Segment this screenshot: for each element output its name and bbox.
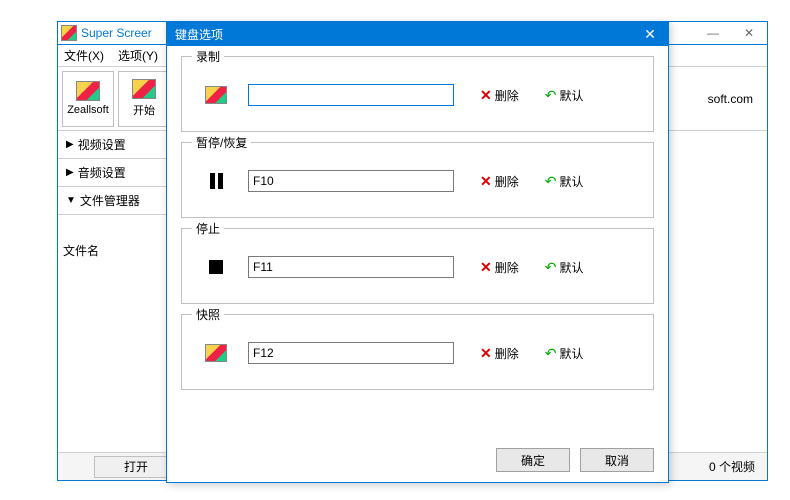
group-stop: 停止 ✕ 删除 ↶ 默认 <box>181 228 654 304</box>
accordion-file-manager[interactable]: ▼ 文件管理器 <box>58 187 167 215</box>
video-count: 0 个视频 <box>709 458 755 475</box>
record-row: ✕ 删除 ↶ 默认 <box>194 71 641 119</box>
pause-default-button[interactable]: ↶ 默认 <box>545 173 584 190</box>
snapshot-icon <box>205 344 227 362</box>
left-panel: ▶ 视频设置 ▶ 音频设置 ▼ 文件管理器 <box>58 131 168 215</box>
x-icon: ✕ <box>480 87 492 104</box>
accordion-video-settings[interactable]: ▶ 视频设置 <box>58 131 167 159</box>
dialog-title: 键盘选项 <box>175 26 223 43</box>
dialog-body: 录制 ✕ 删除 ↶ 默认 暂停/恢复 ✕ <box>167 46 668 390</box>
close-button-main[interactable]: ✕ <box>731 22 767 44</box>
pause-row: ✕ 删除 ↶ 默认 <box>194 157 641 205</box>
record-delete-button[interactable]: ✕ 删除 <box>480 87 519 104</box>
snapshot-default-button[interactable]: ↶ 默认 <box>545 345 584 362</box>
toolbar-start-button[interactable]: 开始 <box>118 71 170 127</box>
triangle-right-icon: ▶ <box>66 139 74 150</box>
group-record: 录制 ✕ 删除 ↶ 默认 <box>181 56 654 132</box>
keyboard-options-dialog: 键盘选项 ✕ 录制 ✕ 删除 ↶ 默认 暂停/恢复 <box>166 21 669 483</box>
group-snapshot: 快照 ✕ 删除 ↶ 默认 <box>181 314 654 390</box>
delete-label: 删除 <box>495 259 519 276</box>
start-icon <box>132 79 156 99</box>
dialog-close-button[interactable]: ✕ <box>632 22 668 46</box>
record-hotkey-input[interactable] <box>248 84 454 106</box>
pause-hotkey-input[interactable] <box>248 170 454 192</box>
main-title: Super Screer <box>81 26 152 40</box>
stop-icon <box>209 260 223 274</box>
snapshot-delete-button[interactable]: ✕ 删除 <box>480 345 519 362</box>
delete-label: 删除 <box>495 87 519 104</box>
record-icon-wrap <box>194 86 238 104</box>
menu-options[interactable]: 选项(Y) <box>118 47 158 64</box>
pause-delete-button[interactable]: ✕ 删除 <box>480 173 519 190</box>
dialog-titlebar: 键盘选项 ✕ <box>167 22 668 46</box>
snapshot-icon-wrap <box>194 344 238 362</box>
x-icon: ✕ <box>480 345 492 362</box>
group-pause: 暂停/恢复 ✕ 删除 ↶ 默认 <box>181 142 654 218</box>
triangle-down-icon: ▼ <box>66 195 76 206</box>
stop-row: ✕ 删除 ↶ 默认 <box>194 243 641 291</box>
ok-button[interactable]: 确定 <box>496 448 570 472</box>
arrow-icon: ↶ <box>545 259 557 276</box>
stop-icon-wrap <box>194 260 238 274</box>
pause-legend: 暂停/恢复 <box>192 134 251 151</box>
pause-icon <box>210 173 223 189</box>
toolbar-right-text: soft.com <box>708 92 763 106</box>
toolbar-zeallsoft-button[interactable]: Zeallsoft <box>62 71 114 127</box>
stop-legend: 停止 <box>192 220 224 237</box>
arrow-icon: ↶ <box>545 87 557 104</box>
arrow-icon: ↶ <box>545 345 557 362</box>
minimize-button[interactable]: — <box>695 22 731 44</box>
snapshot-legend: 快照 <box>192 306 224 323</box>
dialog-buttons: 确定 取消 <box>496 448 654 472</box>
audio-settings-label: 音频设置 <box>78 164 126 181</box>
delete-label: 删除 <box>495 173 519 190</box>
cancel-button[interactable]: 取消 <box>580 448 654 472</box>
snapshot-hotkey-input[interactable] <box>248 342 454 364</box>
file-manager-label: 文件管理器 <box>80 192 140 209</box>
stop-default-button[interactable]: ↶ 默认 <box>545 259 584 276</box>
app-icon <box>61 25 77 41</box>
zeallsoft-icon <box>76 81 100 101</box>
triangle-right-icon: ▶ <box>66 167 74 178</box>
menu-file[interactable]: 文件(X) <box>64 47 104 64</box>
zeallsoft-label: Zeallsoft <box>67 104 109 116</box>
window-controls: — ✕ <box>695 22 767 44</box>
video-settings-label: 视频设置 <box>78 136 126 153</box>
default-label: 默认 <box>559 345 583 362</box>
stop-delete-button[interactable]: ✕ 删除 <box>480 259 519 276</box>
default-label: 默认 <box>559 173 583 190</box>
x-icon: ✕ <box>480 173 492 190</box>
accordion-audio-settings[interactable]: ▶ 音频设置 <box>58 159 167 187</box>
x-icon: ✕ <box>480 259 492 276</box>
record-icon <box>205 86 227 104</box>
record-legend: 录制 <box>192 48 224 65</box>
default-label: 默认 <box>559 259 583 276</box>
file-name-header: 文件名 <box>63 242 99 259</box>
start-label: 开始 <box>133 102 155 118</box>
snapshot-row: ✕ 删除 ↶ 默认 <box>194 329 641 377</box>
stop-hotkey-input[interactable] <box>248 256 454 278</box>
record-default-button[interactable]: ↶ 默认 <box>545 87 584 104</box>
delete-label: 删除 <box>495 345 519 362</box>
arrow-icon: ↶ <box>545 173 557 190</box>
default-label: 默认 <box>559 87 583 104</box>
pause-icon-wrap <box>194 173 238 189</box>
